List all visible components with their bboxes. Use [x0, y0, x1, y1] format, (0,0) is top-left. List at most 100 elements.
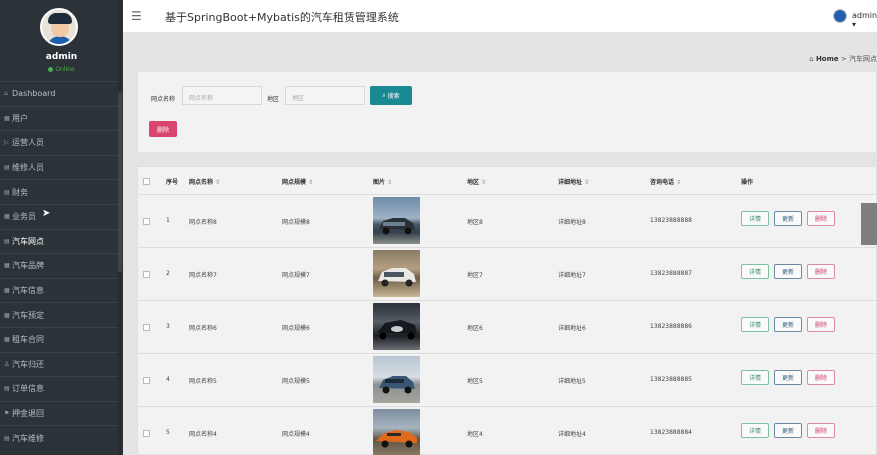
list-icon: ▤ [4, 434, 10, 442]
sidebar-scrollbar-thumb[interactable] [118, 92, 122, 272]
online-status-label: Online [55, 66, 75, 73]
detail-button[interactable]: 详情 [741, 423, 769, 438]
detail-button[interactable]: 详情 [741, 211, 769, 226]
sidebar-item-dashboard[interactable]: ⌂ Dashboard [0, 81, 123, 106]
topbar-username: admin [852, 11, 877, 20]
cell-region: 地区7 [467, 272, 483, 279]
header-name[interactable]: 网点名称 ⇕ [189, 177, 220, 186]
sidebar-item-repairers[interactable]: ▤ 维修人员 [0, 154, 123, 180]
header-scale[interactable]: 网点规模 ⇕ [282, 177, 313, 186]
breadcrumb: ⌂ Home > 汽车网点 [809, 54, 877, 64]
cell-phone: 13823888886 [650, 323, 692, 330]
table-row: 2 网点名称7 网点规模7 地区7 详细地址7 13823888887 详情 更… [138, 248, 877, 301]
row-checkbox[interactable] [143, 218, 150, 225]
grid-icon: ▦ [4, 262, 10, 270]
select-all-checkbox[interactable] [143, 178, 150, 185]
cell-name: 网点名称7 [189, 272, 217, 279]
cell-address: 详细地址7 [558, 272, 586, 279]
detail-button[interactable]: 详情 [741, 264, 769, 279]
sort-icon: ⇕ [676, 179, 682, 186]
sort-icon: ⇕ [584, 179, 590, 186]
online-dot-icon [48, 67, 54, 72]
sidebar-item-users[interactable]: ▦ 用户 [0, 105, 123, 131]
row-checkbox[interactable] [143, 324, 150, 331]
car-image[interactable] [373, 409, 420, 455]
sidebar-item-operators[interactable]: ▷ 运营人员 [0, 130, 123, 155]
delete-button[interactable]: 删除 [807, 211, 835, 226]
avatar[interactable] [40, 8, 78, 46]
sidebar-item-label: 财务 [12, 187, 28, 197]
cell-scale: 网点规模4 [282, 431, 310, 438]
car-image[interactable] [373, 303, 420, 350]
list-icon: ▤ [4, 385, 10, 393]
cell-address: 详细地址4 [558, 431, 586, 438]
sidebar-item-brands[interactable]: ▦ 汽车品牌 [0, 253, 123, 278]
cell-name: 网点名称6 [189, 325, 217, 332]
row-checkbox[interactable] [143, 430, 150, 437]
sidebar-item-deposit-refund[interactable]: ⚑ 押金退回 [0, 400, 123, 426]
sidebar-item-contracts[interactable]: ▦ 租车合同 [0, 326, 123, 352]
topbar-user-menu[interactable]: admin ▾ [852, 11, 877, 29]
update-button[interactable]: 更新 [774, 423, 802, 438]
caret-down-icon: ▾ [852, 20, 857, 29]
cell-scale: 网点规模6 [282, 325, 310, 332]
data-table: 序号 网点名称 ⇕ 网点规模 ⇕ 图片 ⇕ 地区 ⇕ 详细地址 ⇕ 咨询电话 ⇕ 操作 1 … [137, 166, 877, 455]
sidebar-item-orders[interactable]: ▤ 订单信息 [0, 376, 123, 401]
cell-address: 详细地址6 [558, 325, 586, 332]
row-checkbox[interactable] [143, 271, 150, 278]
topbar-avatar[interactable] [833, 9, 847, 23]
grid-icon: ▦ [4, 311, 10, 319]
header-image-label: 图片 [373, 179, 386, 186]
grid-icon: ▦ [4, 114, 10, 122]
flag-icon: ⚑ [4, 410, 10, 418]
sidebar-item-reservations[interactable]: ▦ 汽车预定 [0, 302, 123, 327]
car-image[interactable] [373, 197, 420, 244]
update-button[interactable]: 更新 [774, 264, 802, 279]
home-icon: ⌂ [809, 55, 814, 63]
car-image[interactable] [373, 356, 420, 403]
name-input[interactable]: 网点名称 [182, 86, 262, 105]
sidebar-item-label: 订单信息 [12, 384, 44, 394]
delete-button[interactable]: 删除 [807, 370, 835, 385]
sidebar-item-label: Dashboard [12, 89, 56, 99]
header-image[interactable]: 图片 ⇕ [373, 177, 392, 186]
sidebar-item-label: 汽车预定 [12, 310, 44, 320]
cell-scale: 网点规模8 [282, 219, 310, 226]
sidebar-item-salesman[interactable]: ▦ 业务员 [0, 203, 123, 229]
update-button[interactable]: 更新 [774, 317, 802, 332]
page-scroll-tab[interactable] [861, 203, 877, 245]
sidebar-item-maintenance[interactable]: ▤ 汽车维修 [0, 425, 123, 450]
header-address[interactable]: 详细地址 ⇕ [558, 177, 589, 186]
header-region-label: 地区 [467, 179, 480, 186]
cell-region: 地区8 [467, 219, 483, 226]
sidebar-item-finance[interactable]: ▤ 财务 [0, 179, 123, 204]
sidebar-item-returns[interactable]: ♙ 汽车归还 [0, 351, 123, 377]
detail-button[interactable]: 详情 [741, 370, 769, 385]
header-phone[interactable]: 咨询电话 ⇕ [650, 177, 681, 186]
sidebar-item-cars[interactable]: ▦ 汽车信息 [0, 277, 123, 303]
sort-icon: ⇕ [481, 179, 487, 186]
sidebar-item-branches[interactable]: ▤ 汽车网点 [0, 228, 123, 254]
car-image[interactable] [373, 250, 420, 297]
row-checkbox[interactable] [143, 377, 150, 384]
region-input[interactable]: 地区 [285, 86, 365, 105]
update-button[interactable]: 更新 [774, 211, 802, 226]
breadcrumb-home[interactable]: Home [816, 55, 839, 63]
sort-icon: ⇕ [308, 179, 314, 186]
menu-toggle-icon[interactable]: ☰ [131, 10, 143, 22]
update-button[interactable]: 更新 [774, 370, 802, 385]
delete-button[interactable]: 删除 [807, 423, 835, 438]
delete-button[interactable]: 删除 [807, 264, 835, 279]
header-region[interactable]: 地区 ⇕ [467, 177, 486, 186]
header-action: 操作 [741, 179, 754, 186]
online-status: Online [0, 66, 123, 73]
list-icon: ▤ [4, 188, 10, 196]
detail-button[interactable]: 详情 [741, 317, 769, 332]
search-button[interactable]: ⌕ 搜索 [370, 86, 412, 105]
cell-scale: 网点规模7 [282, 272, 310, 279]
table-row: 3 网点名称6 网点规模6 地区6 详细地址6 13823888886 详情 更… [138, 301, 877, 354]
delete-button[interactable]: 删除 [807, 317, 835, 332]
search-icon: ⌕ [382, 91, 386, 99]
cell-scale: 网点规模5 [282, 378, 310, 385]
batch-delete-button[interactable]: 删除 [149, 121, 177, 137]
